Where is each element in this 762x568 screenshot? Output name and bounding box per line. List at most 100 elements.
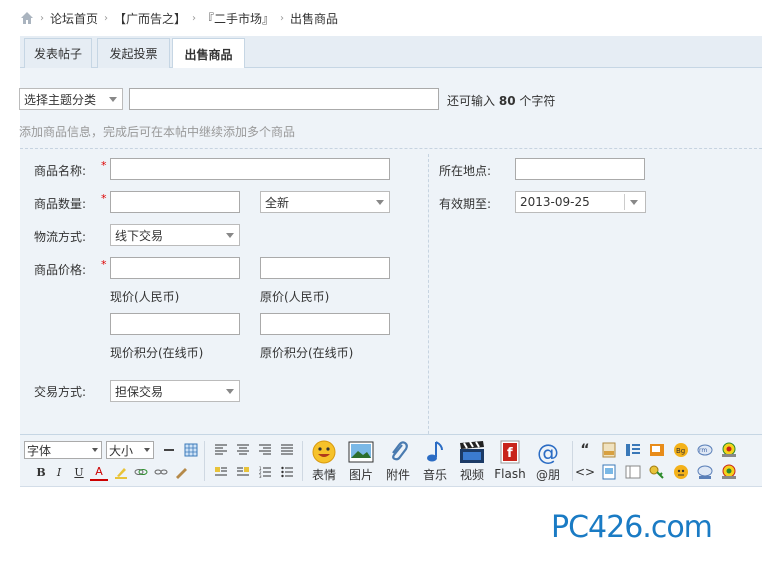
chevron-down-icon bbox=[92, 448, 98, 452]
price-orig-input[interactable] bbox=[260, 257, 390, 279]
goods-qty-input[interactable] bbox=[110, 191, 240, 213]
flash-button[interactable]: f Flash bbox=[492, 439, 528, 483]
window-icon[interactable] bbox=[600, 463, 618, 481]
unordered-list-icon[interactable] bbox=[278, 463, 296, 481]
trade-method-select[interactable]: 担保交易 bbox=[110, 380, 240, 402]
tab-post-thread[interactable]: 发表帖子 bbox=[24, 38, 92, 68]
credit-orig-input[interactable] bbox=[260, 313, 390, 335]
font-size-value: 大小 bbox=[109, 443, 134, 458]
required-mark: * bbox=[101, 159, 107, 172]
condition-select[interactable]: 全新 bbox=[260, 191, 390, 213]
required-mark: * bbox=[101, 258, 107, 271]
emoticon-button[interactable]: 表情 bbox=[306, 439, 342, 483]
free-icon[interactable] bbox=[600, 441, 618, 459]
float-right-icon[interactable] bbox=[234, 463, 252, 481]
logistics-select[interactable]: 线下交易 bbox=[110, 224, 240, 246]
breadcrumb-link-market[interactable]: 『二手市场』 bbox=[202, 10, 274, 27]
price-now-caption: 现价(人民币) bbox=[110, 290, 180, 304]
media-icon[interactable] bbox=[720, 441, 738, 459]
expire-date-select[interactable]: 2013-09-25 bbox=[515, 191, 646, 213]
svg-text:3: 3 bbox=[259, 474, 262, 478]
required-mark: * bbox=[101, 192, 107, 205]
chevron-right-icon: › bbox=[192, 12, 197, 24]
goods-hint: 添加商品信息，完成后可在本帖中继续添加多个商品 bbox=[19, 125, 296, 139]
index-icon[interactable] bbox=[624, 441, 642, 459]
chevron-down-icon bbox=[144, 448, 150, 452]
audio-icon[interactable]: rm bbox=[696, 441, 714, 459]
font-family-select[interactable]: 字体 bbox=[24, 441, 102, 459]
category-select[interactable]: 选择主题分类 bbox=[19, 88, 123, 110]
image-caption: 图片 bbox=[348, 468, 373, 482]
credit-now-caption: 现价积分(在线币) bbox=[110, 346, 204, 360]
ordered-list-icon[interactable]: 123 bbox=[256, 463, 274, 481]
hide-icon[interactable] bbox=[672, 463, 690, 481]
breadcrumb-link-forum-home[interactable]: 论坛首页 bbox=[50, 10, 98, 27]
home-icon[interactable] bbox=[20, 11, 34, 25]
tab-sell-goods[interactable]: 出售商品 bbox=[172, 38, 245, 69]
credit-orig-caption: 原价积分(在线币) bbox=[260, 346, 354, 360]
form-area: 选择主题分类 还可输入 80 个字符 添加商品信息，完成后可在本帖中继续添加多个… bbox=[19, 68, 762, 444]
password-icon[interactable] bbox=[648, 463, 666, 481]
video-button[interactable]: 视频 bbox=[454, 439, 490, 483]
music-caption: 音乐 bbox=[422, 468, 447, 482]
code-icon[interactable]: <> bbox=[575, 463, 595, 481]
image-button[interactable]: 图片 bbox=[343, 439, 379, 483]
unlink-icon[interactable] bbox=[152, 463, 170, 481]
post-panel: 发表帖子 发起投票 出售商品 选择主题分类 还可输入 80 个字符 添加商品信息… bbox=[19, 36, 762, 568]
table-icon[interactable] bbox=[182, 441, 200, 459]
justify-icon[interactable] bbox=[278, 441, 296, 459]
title-input[interactable] bbox=[129, 88, 439, 110]
location-label: 所在地点: bbox=[439, 164, 492, 178]
clear-format-icon[interactable] bbox=[172, 463, 190, 481]
breadcrumb-link-ads[interactable]: 【广而告之】 bbox=[114, 10, 186, 27]
bold-button[interactable]: B bbox=[32, 463, 50, 481]
chevron-right-icon: › bbox=[280, 12, 285, 24]
editor-toolbar: 字体 大小 B I U A 123 表情 图片 附件 音乐 视频 f Flash… bbox=[20, 435, 762, 487]
chevron-right-icon: › bbox=[40, 12, 44, 24]
picture-icon bbox=[348, 439, 374, 464]
clapperboard-icon bbox=[459, 439, 485, 464]
music-button[interactable]: 音乐 bbox=[417, 439, 453, 483]
align-left-icon[interactable] bbox=[212, 441, 230, 459]
goods-name-label: 商品名称: bbox=[34, 164, 87, 178]
background-color-icon[interactable] bbox=[112, 463, 130, 481]
page-icon[interactable] bbox=[648, 441, 666, 459]
align-right-icon[interactable] bbox=[256, 441, 274, 459]
audio-player-icon[interactable] bbox=[720, 463, 738, 481]
background-music-icon[interactable]: Bg bbox=[672, 441, 690, 459]
link-icon[interactable] bbox=[132, 463, 150, 481]
condition-select-value: 全新 bbox=[265, 195, 290, 210]
align-center-icon[interactable] bbox=[234, 441, 252, 459]
remaining-count: 80 bbox=[498, 94, 516, 108]
underline-button[interactable]: U bbox=[70, 463, 88, 481]
font-size-select[interactable]: 大小 bbox=[106, 441, 154, 459]
tab-bar: 发表帖子 发起投票 出售商品 bbox=[20, 36, 762, 69]
attachment-button[interactable]: 附件 bbox=[380, 439, 416, 483]
italic-button[interactable]: I bbox=[50, 463, 68, 481]
quote-icon[interactable]: “ bbox=[576, 441, 594, 459]
music-note-icon bbox=[422, 439, 448, 464]
watermark-logo: PC426.com bbox=[551, 510, 713, 545]
float-left-icon[interactable] bbox=[212, 463, 230, 481]
toolbar-separator bbox=[302, 441, 303, 481]
flash-icon: f bbox=[497, 439, 523, 465]
horizontal-rule-icon[interactable] bbox=[160, 441, 178, 459]
flash-media-icon[interactable] bbox=[696, 463, 714, 481]
svg-text:rm: rm bbox=[699, 447, 707, 454]
location-input[interactable] bbox=[515, 158, 645, 180]
svg-text:Bg: Bg bbox=[676, 447, 685, 455]
tab-start-poll[interactable]: 发起投票 bbox=[97, 38, 170, 68]
emoticon-caption: 表情 bbox=[311, 468, 336, 482]
chevron-down-icon bbox=[226, 233, 234, 238]
credit-now-input[interactable] bbox=[110, 313, 240, 335]
goods-name-input[interactable] bbox=[110, 158, 390, 180]
mention-button[interactable]: @ @朋 bbox=[530, 439, 566, 483]
layout-icon[interactable] bbox=[624, 463, 642, 481]
category-select-value: 选择主题分类 bbox=[24, 92, 97, 107]
price-now-input[interactable] bbox=[110, 257, 240, 279]
breadcrumb: › 论坛首页 › 【广而告之】 › 『二手市场』 › 出售商品 bbox=[20, 8, 338, 28]
trade-method-select-value: 担保交易 bbox=[115, 384, 164, 399]
font-color-button[interactable]: A bbox=[90, 463, 108, 481]
at-sign-icon: @ bbox=[535, 439, 561, 464]
expire-date-value: 2013-09-25 bbox=[520, 195, 590, 209]
